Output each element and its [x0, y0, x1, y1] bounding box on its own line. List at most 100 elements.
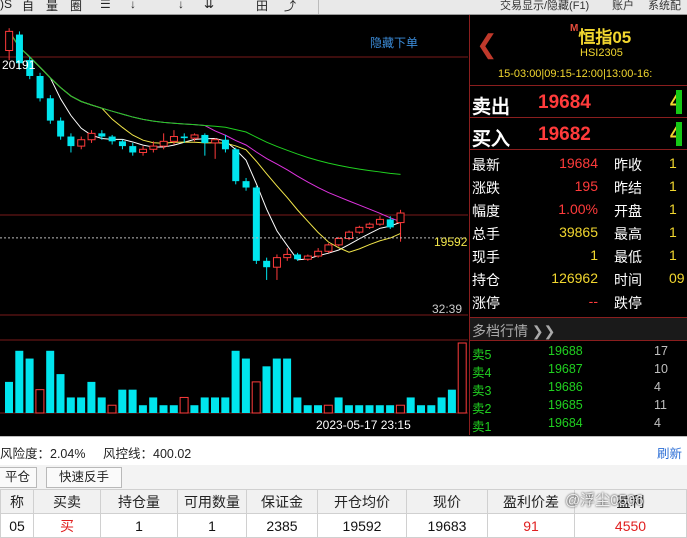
col-header: 称: [0, 489, 34, 514]
close-position-button[interactable]: 平仓: [0, 467, 37, 488]
stat-row: 涨停 -- 跌停: [470, 291, 687, 313]
trading-session: 15-03:00|09:15-12:00|13:00-16:: [498, 68, 653, 80]
price-tag: 19592: [434, 235, 468, 249]
stat-value: 1: [590, 247, 598, 263]
tool-btn-1[interactable]: )S: [0, 0, 12, 11]
candle-body: [57, 120, 65, 137]
contract-name: 恒指05: [578, 28, 632, 47]
volume-bar: [355, 405, 364, 413]
volume-bar: [46, 350, 55, 413]
depth-title: 多档行情 ❯❯: [472, 323, 556, 339]
col-header: 可用数量: [177, 489, 247, 514]
stat-label: 总手: [472, 226, 500, 242]
tool-btn-4[interactable]: 圈: [70, 0, 82, 14]
tool-btn-8[interactable]: ⇊: [204, 0, 214, 11]
menu-system[interactable]: 系统配: [648, 0, 681, 13]
candle-body: [355, 226, 364, 233]
bar-timestamp: 2023-05-17 23:15: [316, 418, 411, 432]
quick-reverse-button[interactable]: 快速反手: [46, 467, 122, 488]
tool-btn-9[interactable]: 田: [256, 0, 268, 14]
stat-value: 126962: [551, 270, 598, 286]
volume-bar: [293, 397, 302, 413]
candle-body: [375, 218, 384, 225]
depth-row[interactable]: 卖4 19687 10: [470, 361, 687, 380]
col-header: 盈利价差: [487, 489, 575, 514]
volume-bar: [231, 350, 240, 413]
col-header: 持仓量: [100, 489, 178, 514]
ask-price[interactable]: 19684: [538, 92, 591, 114]
stat-label: 幅度: [472, 203, 500, 219]
stat-value-2: 1: [669, 155, 677, 171]
volume-bar: [56, 374, 65, 413]
divider: [470, 149, 687, 150]
volume-bar: [66, 397, 75, 413]
volume-bar: [262, 366, 271, 413]
stat-value: 19684: [559, 155, 598, 171]
candle-body: [180, 136, 188, 139]
stat-label-2: 昨结: [614, 180, 642, 196]
candle-body: [252, 187, 260, 261]
risk-control-line: 风控线：400.02: [103, 447, 192, 461]
hide-order-link[interactable]: 隐藏下单: [370, 34, 418, 51]
volume-bar: [406, 397, 415, 413]
volume-bar: [211, 397, 219, 413]
stat-row: 现手 1 最低 1: [470, 245, 687, 267]
volume-bar: [375, 405, 384, 413]
depth-row[interactable]: 卖2 19685 11: [470, 397, 687, 416]
candle-body: [159, 140, 168, 147]
volume-bar: [303, 405, 312, 413]
kline-chart[interactable]: 20191 19592 32:39 2023-05-17 23:15: [0, 15, 468, 435]
candle-body: [272, 257, 281, 268]
candle-body: [87, 132, 96, 141]
volume-bar: [251, 381, 261, 414]
stat-value: 195: [574, 178, 598, 194]
depth-level: 卖1: [472, 420, 492, 434]
table-row[interactable]: 05 买 1 1 2385 19592 19683 91 4550: [0, 513, 687, 538]
tool-btn-5[interactable]: ☰: [100, 0, 111, 11]
depth-row[interactable]: 卖1 19684 4: [470, 415, 687, 434]
refresh-link[interactable]: 刷新: [657, 443, 682, 462]
depth-price: 19686: [548, 380, 583, 394]
tool-btn-2[interactable]: 自: [22, 0, 34, 14]
candle-body: [129, 146, 137, 153]
candle-body: [190, 134, 199, 139]
ma20-line: [8, 31, 401, 223]
volume-bar: [77, 397, 86, 413]
candle-body: [5, 30, 14, 51]
depth-row[interactable]: 卖5 19688 17: [470, 343, 687, 362]
volume-bar: [200, 397, 209, 413]
candle-body: [365, 223, 374, 228]
candle-body: [294, 254, 302, 260]
candle-body: [201, 134, 209, 143]
risk-level: 风险度：2.04%: [0, 447, 86, 461]
ask-bar: [676, 90, 682, 114]
volume-bar: [35, 389, 45, 414]
stat-value-2: 1: [669, 178, 677, 194]
cell-contract: 05: [0, 513, 34, 538]
toolbar-divider: [318, 0, 319, 14]
tool-btn-3[interactable]: 量: [46, 0, 58, 14]
kline-chart-area[interactable]: 20191 19592 32:39 2023-05-17 23:15 隐藏下单: [0, 15, 468, 435]
volume-bar: [417, 405, 425, 413]
tool-btn-10[interactable]: ⤴: [284, 0, 296, 14]
candle-body: [36, 75, 44, 99]
depth-header[interactable]: 多档行情 ❯❯: [470, 317, 687, 341]
stat-value-2: 09: [669, 270, 685, 286]
back-arrow-icon[interactable]: ❮: [476, 31, 498, 57]
volume-bar: [314, 405, 322, 413]
contract-title: M恒指05: [570, 23, 631, 48]
menu-trade-toggle[interactable]: 交易显示/隐藏(F1): [500, 0, 589, 13]
menu-account[interactable]: 账户: [612, 0, 634, 13]
tool-btn-7[interactable]: ↓: [178, 0, 184, 11]
candle-body: [98, 133, 106, 137]
depth-volume: 17: [654, 344, 668, 358]
tool-btn-6[interactable]: ↓: [130, 0, 136, 11]
depth-row[interactable]: 卖3 19686 4: [470, 379, 687, 398]
volume-bar: [5, 381, 13, 413]
toolbar: )S 自 量 圈 ☰ ↓ ↓ ⇊ 田 ⤴ 交易显示/隐藏(F1) 账户 系统配: [0, 0, 687, 15]
bid-price[interactable]: 19682: [538, 124, 591, 146]
bid-quote-row: 买入 19682 4: [470, 121, 687, 150]
stat-label-2: 跌停: [614, 295, 642, 311]
volume-bar: [25, 358, 34, 413]
volume-bar: [159, 405, 168, 413]
